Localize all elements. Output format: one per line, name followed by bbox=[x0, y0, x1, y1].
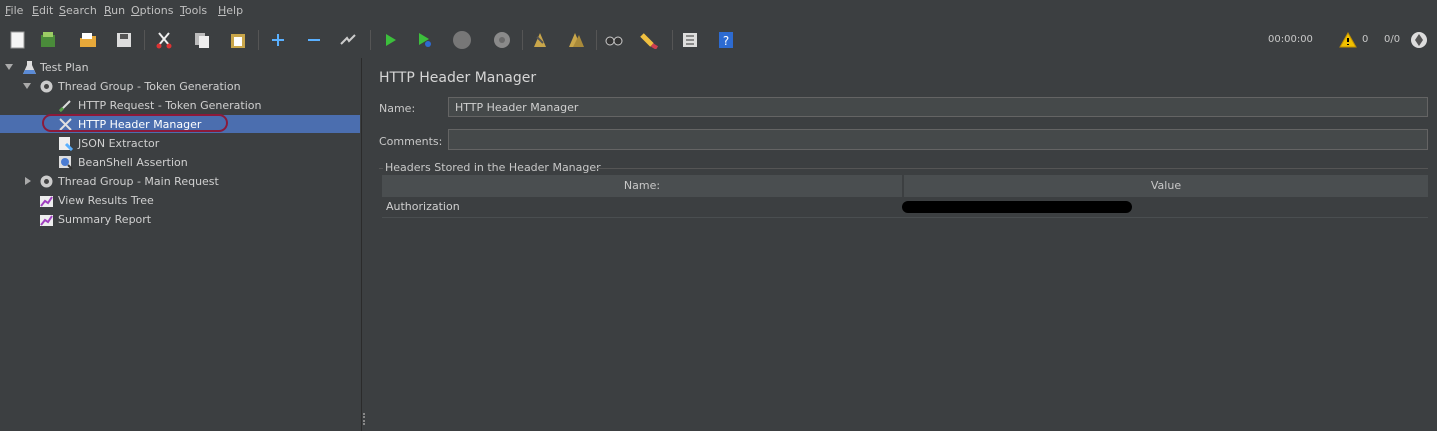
graph-icon bbox=[39, 193, 54, 208]
warning-icon[interactable] bbox=[1338, 30, 1358, 50]
paste-icon[interactable] bbox=[228, 30, 248, 50]
column-header-value[interactable]: Value bbox=[904, 175, 1428, 197]
tree-item-label: HTTP Request - Token Generation bbox=[78, 99, 262, 112]
flask-icon bbox=[22, 60, 37, 75]
name-label: Name: bbox=[379, 102, 416, 115]
expand-icon[interactable] bbox=[268, 30, 288, 50]
expand-arrow-icon[interactable] bbox=[23, 83, 31, 89]
new-icon[interactable] bbox=[8, 30, 28, 50]
remote-icon[interactable] bbox=[1409, 30, 1429, 50]
tree-item-label: JSON Extractor bbox=[78, 137, 160, 150]
elapsed-timer: 00:00:00 bbox=[1268, 34, 1313, 45]
tree-item-beanshell-assertion[interactable]: BeanShell Assertion bbox=[0, 153, 360, 172]
reset-search-icon[interactable] bbox=[640, 30, 660, 50]
toolbar: ? 00:00:00 0 0/0 bbox=[0, 22, 1437, 58]
test-plan-tree: Test Plan Thread Group - Token Generatio… bbox=[0, 58, 360, 431]
headers-group-title: Headers Stored in the Header Manager bbox=[385, 161, 601, 174]
tree-item-view-results-tree[interactable]: View Results Tree bbox=[0, 191, 360, 210]
clear-icon[interactable] bbox=[530, 30, 550, 50]
element-config-panel: HTTP Header Manager Name: Comments: Head… bbox=[366, 58, 1437, 431]
menu-edit[interactable]: Edit bbox=[32, 4, 53, 17]
warning-count: 0 bbox=[1362, 34, 1369, 45]
expand-arrow-icon[interactable] bbox=[5, 64, 13, 70]
comments-field[interactable] bbox=[448, 129, 1428, 150]
shutdown-icon[interactable] bbox=[492, 30, 512, 50]
pipette-icon bbox=[58, 98, 73, 113]
table-row bbox=[382, 217, 1428, 218]
menu-options[interactable]: Options bbox=[131, 4, 173, 17]
open-icon[interactable] bbox=[78, 30, 98, 50]
search-icon[interactable] bbox=[604, 30, 624, 50]
group-border bbox=[596, 168, 1428, 169]
active-threads: 0/0 bbox=[1384, 34, 1401, 45]
page-title: HTTP Header Manager bbox=[379, 70, 537, 86]
menu-help[interactable]: Help bbox=[218, 4, 243, 17]
tree-item-test-plan[interactable]: Test Plan bbox=[0, 58, 360, 77]
graph-icon bbox=[39, 212, 54, 227]
magnifier-icon bbox=[58, 155, 73, 170]
group-border bbox=[379, 168, 383, 169]
tree-item-label: Thread Group - Token Generation bbox=[58, 80, 241, 93]
gear-icon bbox=[39, 79, 54, 94]
cut-icon[interactable] bbox=[154, 30, 174, 50]
templates-icon[interactable] bbox=[38, 30, 58, 50]
header-name-cell[interactable]: Authorization bbox=[386, 198, 896, 216]
svg-text:?: ? bbox=[723, 34, 729, 48]
tree-item-json-extractor[interactable]: JSON Extractor bbox=[0, 134, 360, 153]
tree-item-label: Thread Group - Main Request bbox=[58, 175, 219, 188]
tree-item-summary-report[interactable]: Summary Report bbox=[0, 210, 360, 229]
name-field[interactable] bbox=[448, 97, 1428, 117]
tree-item-http-request[interactable]: HTTP Request - Token Generation bbox=[0, 96, 360, 115]
start-icon[interactable] bbox=[380, 30, 400, 50]
comments-label: Comments: bbox=[379, 135, 443, 148]
copy-icon[interactable] bbox=[192, 30, 212, 50]
menu-bar: File Edit Search Run Options Tools Help bbox=[0, 0, 1437, 22]
start-no-pause-icon[interactable] bbox=[414, 30, 434, 50]
tree-item-label: Summary Report bbox=[58, 213, 152, 226]
extractor-icon bbox=[58, 136, 74, 152]
column-header-name[interactable]: Name: bbox=[382, 175, 903, 197]
gear-icon bbox=[39, 174, 54, 189]
help-icon[interactable]: ? bbox=[716, 30, 736, 50]
collapse-icon[interactable] bbox=[304, 30, 324, 50]
collapse-arrow-icon[interactable] bbox=[25, 177, 31, 185]
tree-item-thread-group-main[interactable]: Thread Group - Main Request bbox=[0, 172, 360, 191]
redaction-mark bbox=[902, 201, 1132, 213]
menu-file[interactable]: File bbox=[5, 4, 23, 17]
function-helper-icon[interactable] bbox=[680, 30, 700, 50]
highlight-annotation bbox=[42, 114, 228, 132]
toggle-icon[interactable] bbox=[338, 30, 358, 50]
stop-icon[interactable] bbox=[452, 30, 472, 50]
tree-item-thread-group-token[interactable]: Thread Group - Token Generation bbox=[0, 77, 360, 96]
menu-run[interactable]: Run bbox=[104, 4, 125, 17]
tree-item-label: Test Plan bbox=[40, 61, 89, 74]
save-icon[interactable] bbox=[114, 30, 134, 50]
clear-all-icon[interactable] bbox=[566, 30, 586, 50]
menu-tools[interactable]: Tools bbox=[180, 4, 207, 17]
menu-search[interactable]: Search bbox=[59, 4, 97, 17]
tree-item-label: View Results Tree bbox=[58, 194, 154, 207]
tree-item-label: BeanShell Assertion bbox=[78, 156, 188, 169]
